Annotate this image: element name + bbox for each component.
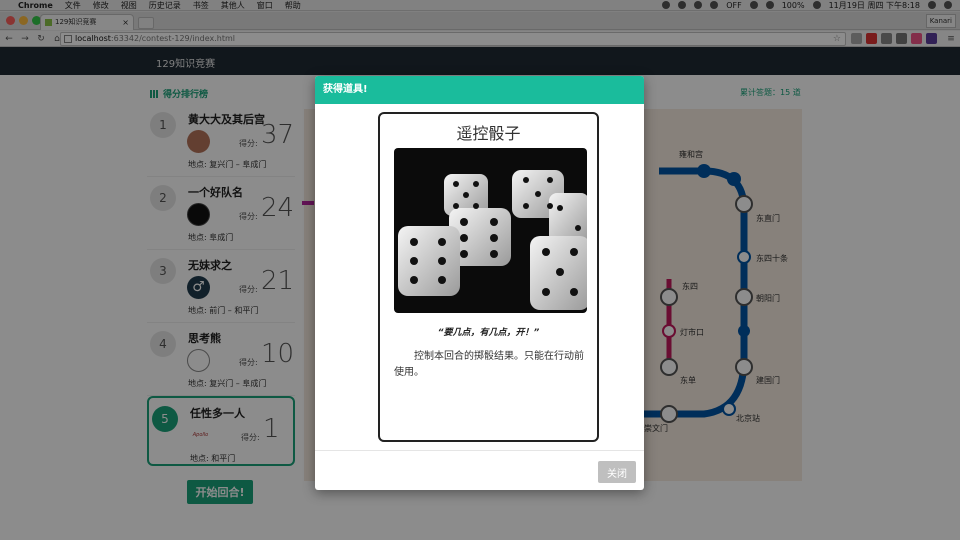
dice-illustration — [398, 170, 587, 310]
item-description: 控制本回合的掷骰结果。只能在行动前使用。 — [394, 351, 584, 378]
item-title: 遥控骰子 — [456, 124, 521, 143]
item-card: 遥控骰子 “要几点，有几点，开！” 控制本回合的掷骰结果。只能在行动前使用。 — [378, 112, 599, 442]
item-quote: “要几点，有几点，开！” — [437, 328, 540, 338]
modal-footer: 关闭 — [315, 450, 644, 490]
close-button[interactable]: 关闭 — [598, 461, 636, 483]
item-modal: 获得道具! 遥控骰子 “要几点，有几点，开！” 控制本回合的掷骰结果。只能在行动… — [315, 76, 644, 490]
dice-image — [394, 148, 587, 313]
modal-header: 获得道具! — [315, 76, 644, 104]
